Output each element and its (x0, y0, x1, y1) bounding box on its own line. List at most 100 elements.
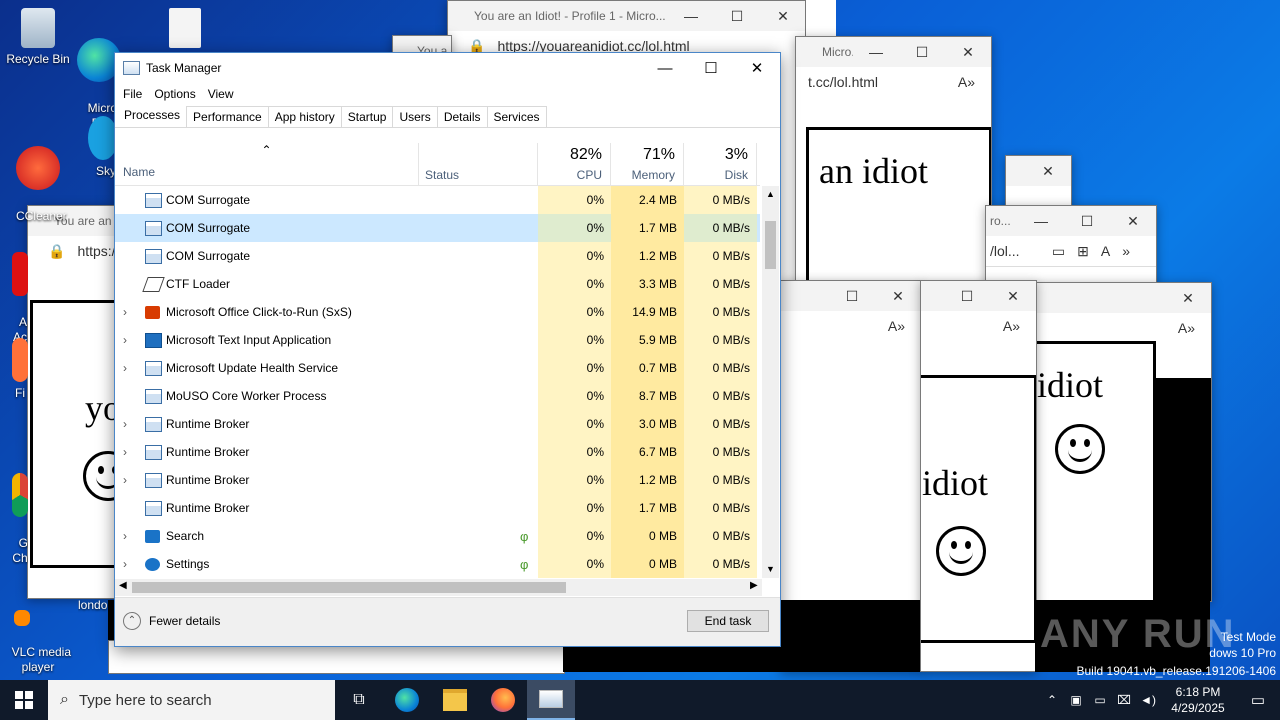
expand-chevron-icon[interactable]: › (123, 333, 135, 347)
read-aloud-icon[interactable]: A» (1003, 318, 1036, 334)
expand-chevron-icon[interactable]: › (123, 445, 135, 459)
scroll-thumb-horizontal[interactable] (132, 582, 566, 593)
volume-icon[interactable]: ◄) (1136, 693, 1160, 707)
taskbar-search[interactable]: ⌕ Type here to search (48, 680, 335, 720)
start-button[interactable] (0, 680, 48, 720)
close-icon[interactable]: ✕ (945, 44, 991, 61)
close-icon[interactable]: ✕ (990, 288, 1036, 305)
maximize-icon[interactable]: ☐ (714, 8, 760, 25)
task-manager-window[interactable]: Task Manager — ☐ ✕ File Options View Pro… (114, 52, 781, 647)
scroll-up-icon[interactable]: ▲ (762, 186, 779, 203)
close-icon[interactable]: ✕ (1165, 290, 1211, 307)
column-name[interactable]: ⌃ Name (115, 143, 419, 185)
process-row[interactable]: COM Surrogate 0% 2.4 MB 0 MB/s (115, 186, 760, 214)
taskbar-file-explorer[interactable] (431, 680, 479, 720)
scroll-right-icon[interactable]: ▶ (750, 580, 758, 591)
close-icon[interactable]: ✕ (1025, 163, 1071, 180)
menu-view[interactable]: View (202, 87, 240, 101)
taskbar-firefox[interactable] (479, 680, 527, 720)
scroll-left-icon[interactable]: ◀ (119, 580, 127, 591)
process-row[interactable]: › Settings φ 0% 0 MB 0 MB/s (115, 550, 760, 578)
close-icon[interactable]: ✕ (875, 288, 921, 305)
process-row[interactable]: COM Surrogate 0% 1.2 MB 0 MB/s (115, 242, 760, 270)
read-aloud-icon[interactable]: A» (888, 318, 921, 334)
desktop-icon-acrobat[interactable]: A Ac (12, 222, 28, 345)
expand-chevron-icon[interactable]: › (123, 417, 135, 431)
tab-processes[interactable]: Processes (117, 104, 188, 127)
end-task-button[interactable]: End task (687, 610, 769, 632)
process-row[interactable]: MoUSO Core Worker Process 0% 8.7 MB 0 MB/s (115, 382, 760, 410)
process-row[interactable]: Runtime Broker 0% 1.7 MB 0 MB/s (115, 494, 760, 522)
expand-chevron-icon[interactable]: › (123, 361, 135, 375)
tray-network-icon[interactable]: ▣ (1064, 693, 1088, 707)
close-button[interactable]: ✕ (734, 59, 780, 77)
desktop-icon-london[interactable]: londo (78, 598, 110, 613)
expand-chevron-icon[interactable]: › (123, 473, 135, 487)
close-icon[interactable]: ✕ (1110, 213, 1156, 230)
expand-chevron-icon[interactable]: › (123, 529, 135, 543)
tab-performance[interactable]: Performance (186, 106, 269, 127)
tab-services[interactable]: Services (486, 106, 547, 127)
process-row[interactable]: › Runtime Broker 0% 6.7 MB 0 MB/s (115, 438, 760, 466)
maximize-icon[interactable]: ☐ (899, 44, 945, 61)
menu-file[interactable]: File (117, 87, 148, 101)
address-bar[interactable]: https:/ (77, 243, 115, 259)
process-row[interactable]: › Runtime Broker 0% 3.0 MB 0 MB/s (115, 410, 760, 438)
minimize-icon[interactable]: — (853, 44, 899, 60)
maximize-icon[interactable]: ☐ (829, 288, 875, 305)
maximize-icon[interactable]: ☐ (944, 288, 990, 305)
process-row[interactable]: › Microsoft Text Input Application 0% 5.9 M… (115, 326, 760, 354)
process-row[interactable]: › Search φ 0% 0 MB 0 MB/s (115, 522, 760, 550)
minimize-icon[interactable]: — (668, 8, 714, 24)
process-row[interactable]: › Microsoft Update Health Service 0% 0.7 MB… (115, 354, 760, 382)
taskbar-edge[interactable] (383, 680, 431, 720)
column-cpu[interactable]: 82% CPU (538, 143, 611, 185)
scroll-down-icon[interactable]: ▼ (762, 561, 779, 578)
minimize-button[interactable]: — (642, 60, 688, 77)
desktop-icon-skype[interactable]: Sky (84, 116, 116, 179)
desktop-icon-ccleaner[interactable]: CCleaner (0, 116, 76, 224)
desktop-icon-file[interactable] (160, 8, 210, 52)
fewer-details-button[interactable]: ⌃ Fewer details (123, 612, 220, 630)
maximize-icon[interactable]: ☐ (1064, 213, 1110, 230)
tray-chevron-icon[interactable]: ⌃ (1040, 693, 1064, 707)
tab-app-history[interactable]: App history (267, 106, 342, 127)
expand-chevron-icon[interactable]: › (123, 305, 135, 319)
desktop-icon-firefox[interactable]: Fi (12, 338, 28, 401)
horizontal-scrollbar[interactable]: ◀ ▶ (115, 579, 762, 596)
read-aloud-icon[interactable]: A» (958, 74, 991, 90)
tab-users[interactable]: Users (392, 106, 438, 127)
tray-display-icon[interactable]: ▭ (1088, 693, 1112, 707)
process-row[interactable]: CTF Loader 0% 3.3 MB 0 MB/s (115, 270, 760, 298)
close-icon[interactable]: ✕ (760, 8, 806, 25)
address-bar[interactable]: t.cc/lol.html (796, 74, 878, 90)
minimize-icon[interactable]: — (1018, 213, 1064, 229)
browser-window-front[interactable]: ☐ ✕ A» idiot (920, 280, 1037, 672)
tab-startup[interactable]: Startup (340, 106, 394, 127)
desktop-icon-chrome[interactable]: Go Ch (12, 443, 28, 566)
vertical-scrollbar[interactable]: ▲ ▼ (762, 186, 779, 578)
column-memory[interactable]: 71% Memory (611, 143, 684, 185)
browser-window-back-5[interactable]: ✕ A» idiot (1035, 282, 1212, 602)
process-row[interactable]: COM Surrogate 0% 1.7 MB 0 MB/s (115, 214, 760, 242)
taskbar-task-manager[interactable] (527, 680, 575, 720)
clock[interactable]: 6:18 PM 4/29/2025 (1160, 684, 1236, 716)
tab-details[interactable]: Details (436, 106, 488, 127)
expand-chevron-icon[interactable]: › (123, 557, 135, 571)
address-bar[interactable]: /lol... (986, 243, 1020, 259)
process-row[interactable]: › Microsoft Office Click-to-Run (SxS) 0% 14… (115, 298, 760, 326)
menu-options[interactable]: Options (148, 87, 201, 101)
scroll-thumb[interactable] (765, 221, 776, 269)
notification-icon[interactable]: ▭ (1236, 691, 1280, 709)
column-disk[interactable]: 3% Disk (684, 143, 757, 185)
browser-tools-icon[interactable]: ▭⊞A» (1052, 243, 1156, 260)
desktop-icon-recycle-bin[interactable]: Recycle Bin (0, 8, 76, 67)
desktop-icon-vlc[interactable]: VLC media player (0, 580, 76, 675)
column-status[interactable]: Status (419, 143, 538, 185)
task-view-button[interactable]: ⧉ (335, 680, 383, 720)
read-aloud-icon[interactable]: A» (1178, 320, 1211, 336)
browser-window-left[interactable]: You are an I 🔒 https:/ yo (27, 205, 119, 599)
maximize-button[interactable]: ☐ (688, 59, 734, 77)
process-row[interactable]: › Runtime Broker 0% 1.2 MB 0 MB/s (115, 466, 760, 494)
tray-monitor-icon[interactable]: ⌧ (1112, 693, 1136, 707)
